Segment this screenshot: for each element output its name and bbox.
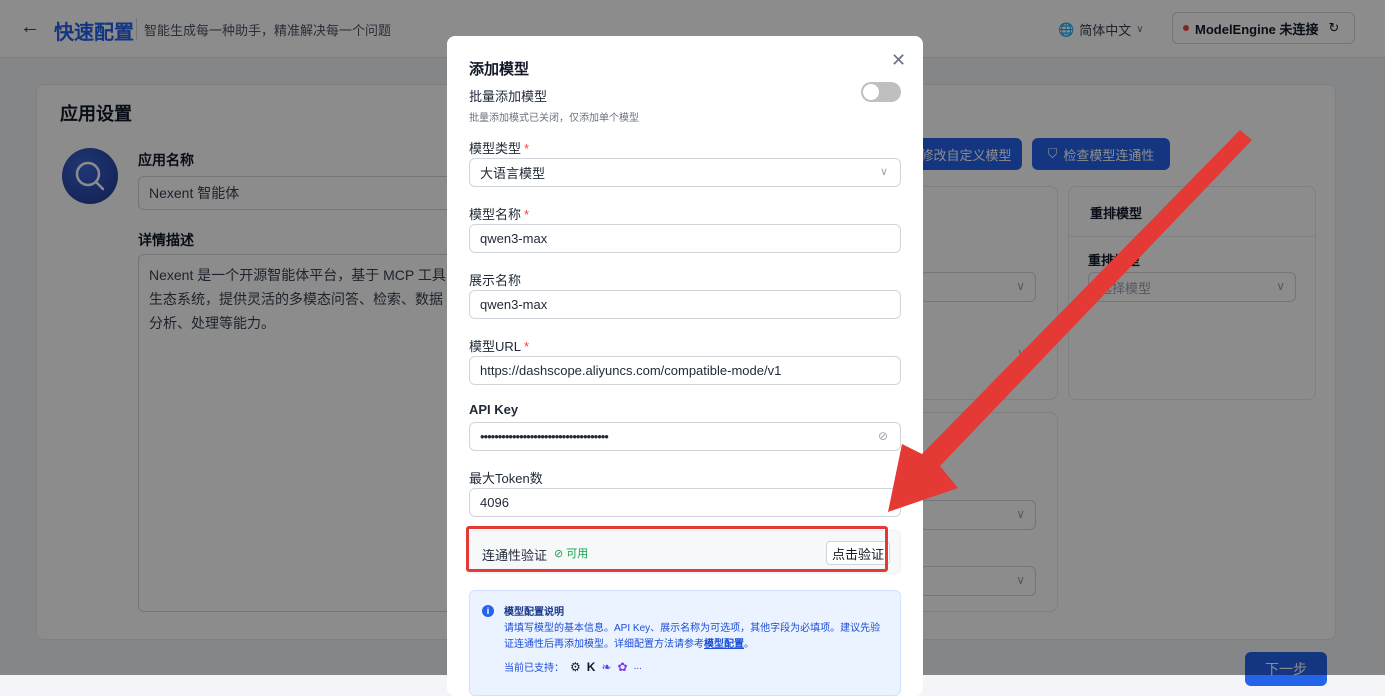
arrow-shape <box>888 130 1252 512</box>
annotation-arrow-icon <box>888 130 1252 512</box>
